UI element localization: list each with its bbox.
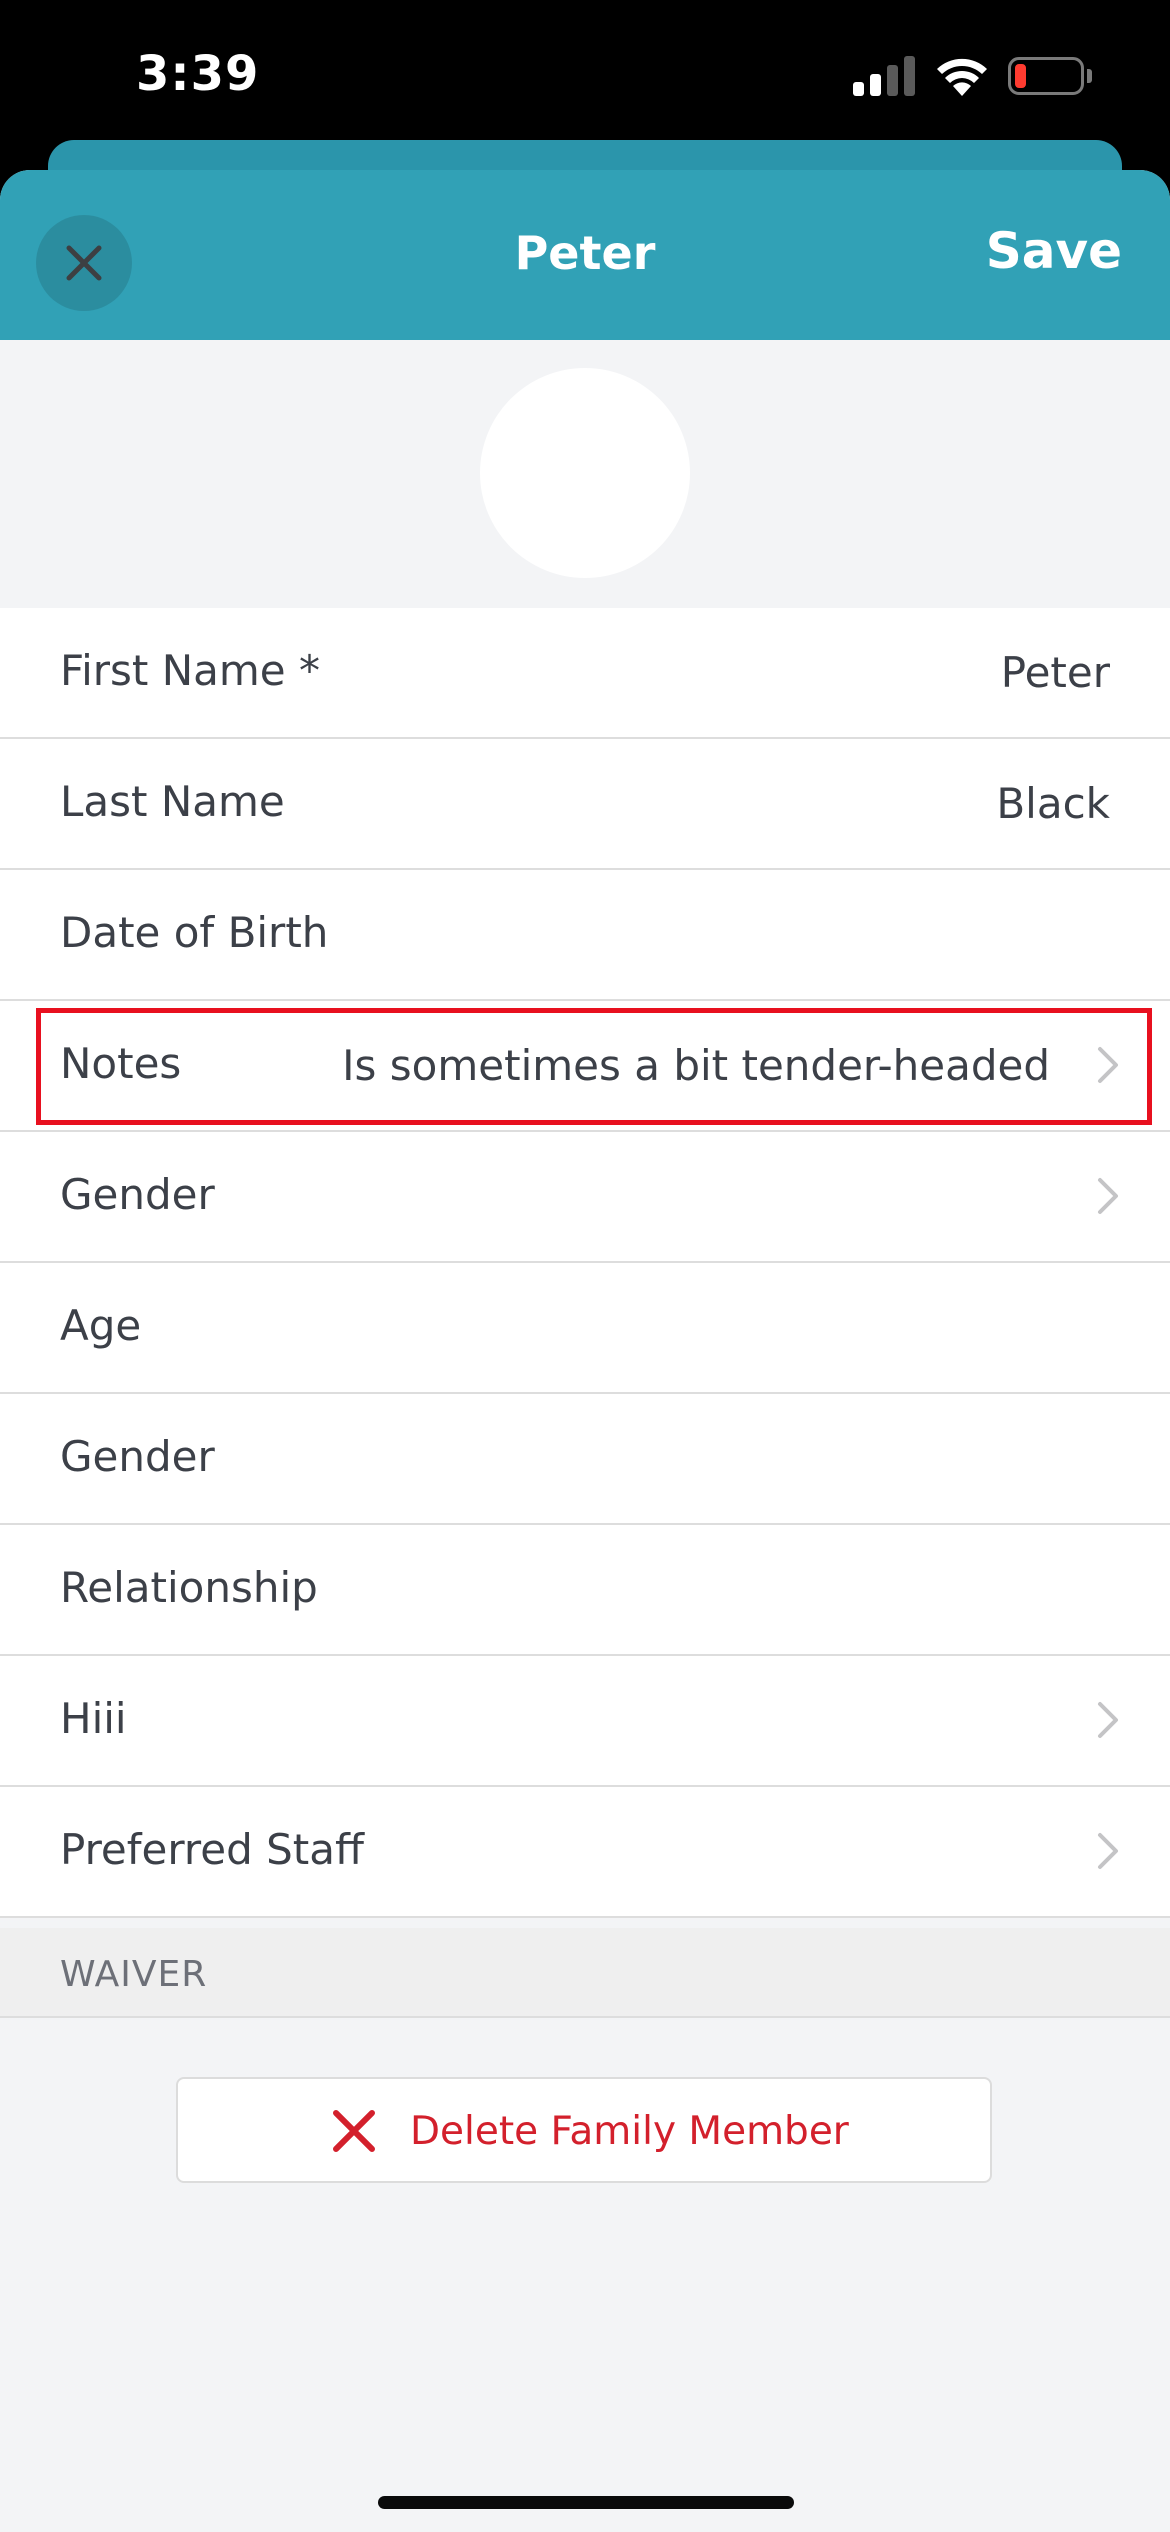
date-of-birth-row[interactable]: Date of Birth [0,870,1170,1001]
edit-family-member-sheet: Peter Save First Name * Peter Last Name … [0,170,1170,2532]
row-label: Age [60,1301,142,1350]
notes-value: Is sometimes a bit tender-headed [342,1041,1050,1090]
save-button[interactable]: Save [986,222,1122,280]
delete-family-member-button[interactable]: Delete Family Member [176,2077,992,2183]
hiii-row[interactable]: Hiii [0,1656,1170,1787]
relationship-row[interactable]: Relationship [0,1525,1170,1656]
row-label: Gender [60,1432,215,1481]
row-label: Gender [60,1170,215,1219]
age-row[interactable]: Age [0,1263,1170,1394]
cellular-signal-icon [853,56,915,96]
last-name-row[interactable]: Last Name Black [0,739,1170,870]
avatar[interactable] [480,368,690,578]
section-header-label: WAIVER [60,1954,208,1995]
battery-low-icon [1008,57,1084,95]
battery-tip [1087,69,1092,83]
waiver-section-header: WAIVER [0,1928,1170,2018]
row-label: Relationship [60,1563,318,1612]
row-label: Date of Birth [60,908,329,957]
gender-row[interactable]: Gender [0,1394,1170,1525]
row-label: First Name * [60,646,320,695]
home-indicator[interactable] [378,2496,794,2509]
first-name-row[interactable]: First Name * Peter [0,608,1170,739]
first-name-value[interactable]: Peter [1001,648,1110,697]
delete-button-label: Delete Family Member [410,2109,849,2154]
notes-row[interactable]: Notes Is sometimes a bit tender-headed [0,1001,1170,1132]
last-name-value[interactable]: Black [996,779,1110,828]
gender-picker-row[interactable]: Gender [0,1132,1170,1263]
form-list: First Name * Peter Last Name Black Date … [0,608,1170,1918]
chevron-right-icon [1098,1833,1118,1869]
nav-bar: Peter Save [0,170,1170,340]
row-label: Hiii [60,1694,127,1743]
row-label: Notes [60,1039,182,1088]
close-x-icon [333,2110,375,2152]
status-bar: 3:39 [0,0,1170,150]
chevron-right-icon [1098,1178,1118,1214]
row-label: Last Name [60,777,285,826]
preferred-staff-row[interactable]: Preferred Staff [0,1787,1170,1918]
wifi-icon [937,58,987,96]
chevron-right-icon [1098,1047,1118,1083]
status-time: 3:39 [136,46,260,102]
chevron-right-icon [1098,1702,1118,1738]
row-label: Preferred Staff [60,1825,364,1874]
